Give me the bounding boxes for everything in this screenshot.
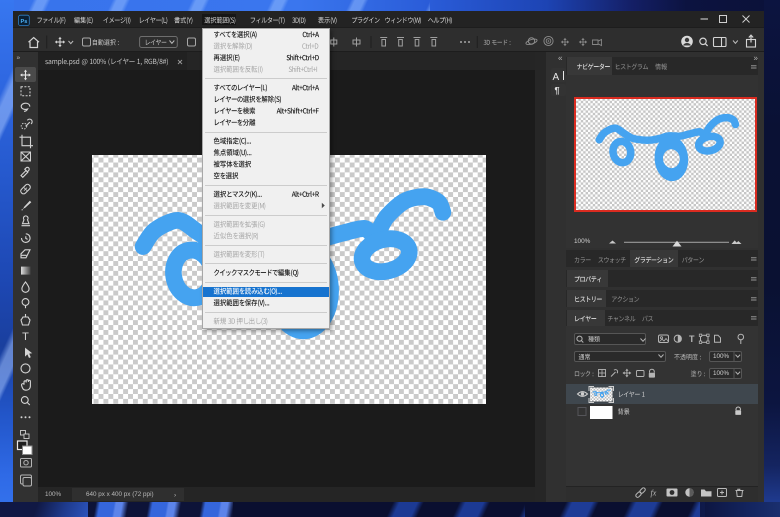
svg-text:T: T [689, 334, 695, 344]
svg-text:»: » [17, 55, 21, 62]
svg-text:Ps: Ps [20, 19, 27, 25]
svg-text:T: T [22, 331, 29, 343]
svg-text:›: › [174, 492, 176, 499]
svg-text:fx: fx [651, 489, 657, 498]
svg-text:A: A [553, 72, 560, 83]
svg-text:«: « [558, 54, 563, 63]
svg-text:»: » [754, 54, 759, 63]
svg-text:¶: ¶ [555, 86, 560, 96]
